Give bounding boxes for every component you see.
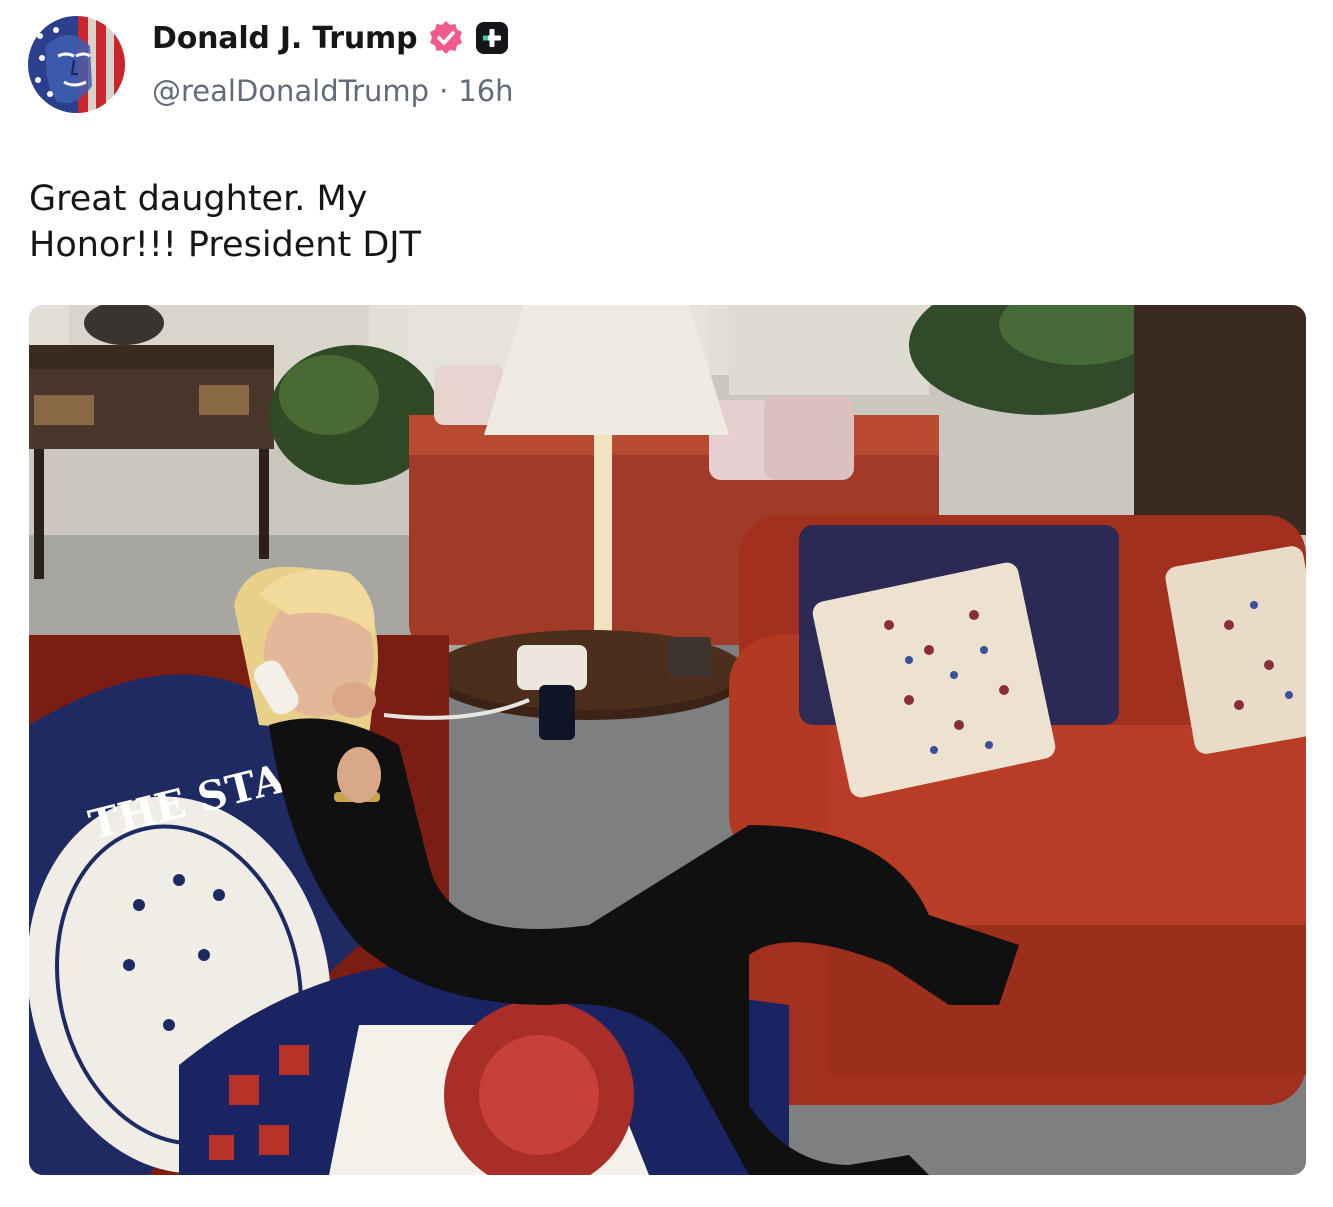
meta-separator: · — [439, 74, 449, 108]
author-meta-row: @realDonaldTrump · 16h — [152, 74, 514, 108]
author-avatar[interactable] — [28, 16, 125, 113]
photo-woman-on-sofa: THE STATE — [29, 305, 1306, 1175]
post-body-text: Great daughter. My Honor!!! President DJ… — [29, 176, 529, 268]
post-text-line: Honor!!! President DJT — [29, 225, 421, 265]
author-name-row: Donald J. Trump — [152, 16, 509, 60]
post-image[interactable]: THE STATE — [29, 305, 1306, 1175]
author-handle[interactable]: @realDonaldTrump — [152, 74, 429, 108]
post-card: Donald J. Trump @realDonaldTrump · 16h G… — [0, 0, 1333, 1207]
verified-badge-icon — [427, 19, 465, 57]
post-timestamp[interactable]: 16h — [458, 74, 513, 108]
author-display-name[interactable]: Donald J. Trump — [152, 21, 418, 56]
flag-portrait-avatar-icon — [28, 16, 125, 113]
plus-badge-icon — [475, 21, 509, 55]
post-text-line: Great daughter. My — [29, 179, 368, 219]
